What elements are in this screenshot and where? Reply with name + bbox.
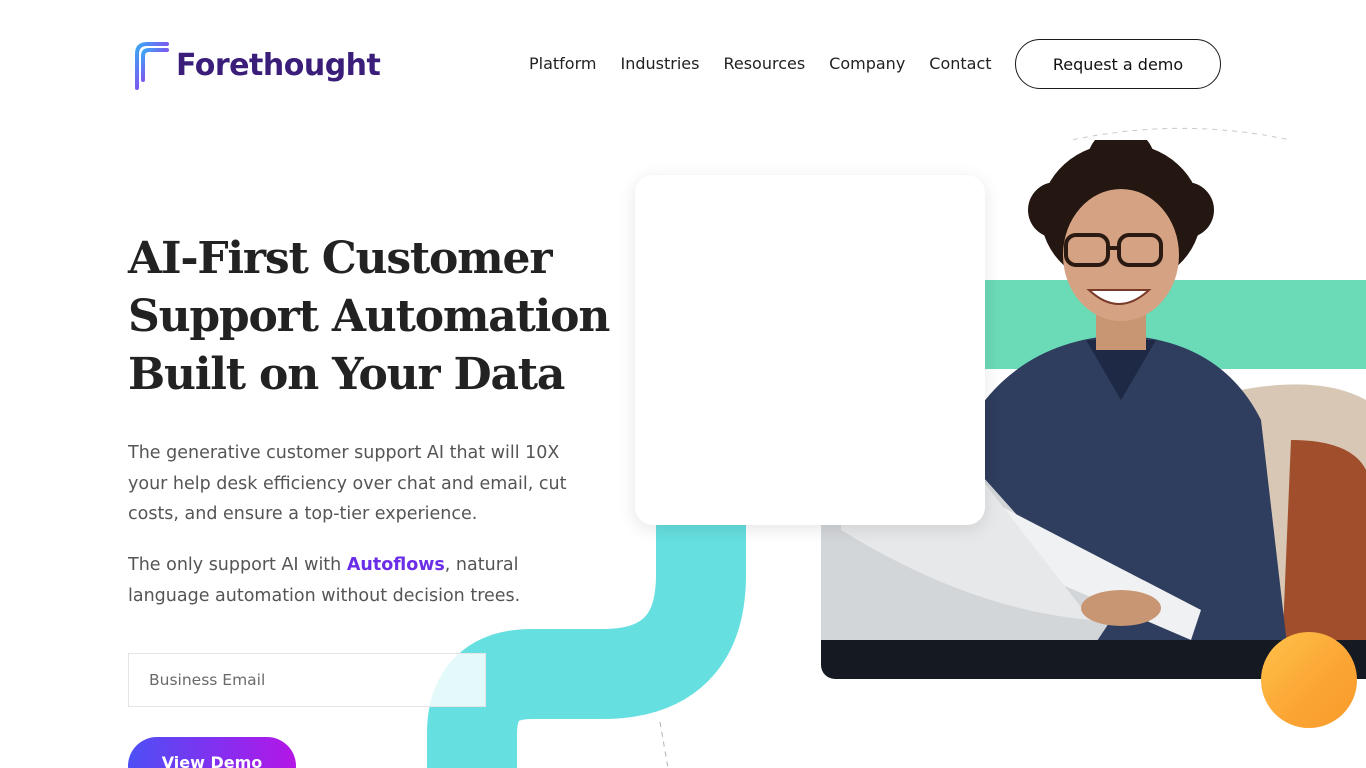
headline-line: AI-First Customer (128, 233, 553, 284)
hero-headline: AI-First Customer Support Automation Bui… (128, 230, 648, 404)
view-demo-button[interactable]: View Demo (128, 737, 296, 768)
business-email-input[interactable] (128, 653, 486, 707)
hero-description: The generative customer support AI that … (128, 443, 567, 524)
request-demo-button[interactable]: Request a demo (1015, 39, 1221, 89)
autoflows-prefix: The only support AI with (128, 555, 347, 575)
nav-item-platform[interactable]: Platform (529, 52, 596, 76)
chat-launcher-button[interactable] (1261, 632, 1357, 728)
logo-text: Forethought (176, 47, 381, 83)
logo[interactable]: Forethought (131, 40, 381, 90)
dashed-arc-bottom (659, 721, 669, 768)
main-nav: Platform Industries Resources Company Co… (529, 52, 1016, 76)
hero-autoflows-text: The only support AI with Autoflows, natu… (128, 550, 558, 611)
autoflows-link[interactable]: Autoflows (347, 555, 445, 575)
nav-item-resources[interactable]: Resources (723, 52, 805, 76)
forethought-logo-icon (135, 42, 169, 90)
hero-card (635, 175, 985, 525)
page: Forethought Platform Industries Resource… (0, 0, 1366, 768)
nav-item-company[interactable]: Company (829, 52, 905, 76)
nav-item-industries[interactable]: Industries (620, 52, 699, 76)
headline-line: Support Automation (128, 291, 610, 342)
headline-line: Built on Your Data (128, 349, 565, 400)
nav-item-contact[interactable]: Contact (929, 52, 991, 76)
